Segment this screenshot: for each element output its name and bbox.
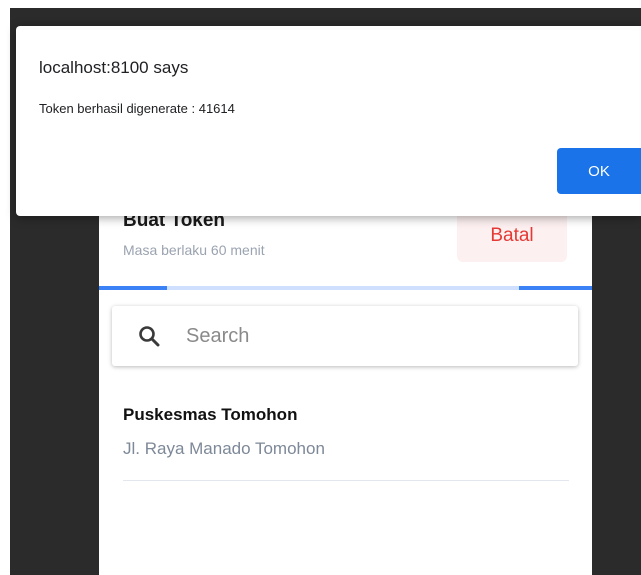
list-divider bbox=[123, 480, 569, 481]
list-item[interactable]: Puskesmas Tomohon Jl. Raya Manado Tomoho… bbox=[123, 405, 569, 483]
token-panel: Buat Token Masa berlaku 60 menit Batal P… bbox=[99, 200, 592, 575]
search-input[interactable] bbox=[184, 323, 548, 349]
list-item-name: Puskesmas Tomohon bbox=[123, 405, 298, 424]
alert-dialog: localhost:8100 says Token berhasil digen… bbox=[16, 26, 641, 216]
list-item-address: Jl. Raya Manado Tomohon bbox=[123, 439, 325, 458]
search-bar[interactable] bbox=[112, 306, 578, 366]
ok-button[interactable]: OK bbox=[557, 148, 641, 194]
progress-indicator-left bbox=[99, 286, 167, 290]
alert-message: Token berhasil digenerate : 41614 bbox=[39, 101, 235, 116]
progress-indicator-right bbox=[519, 286, 592, 290]
alert-title: localhost:8100 says bbox=[39, 58, 189, 77]
search-icon bbox=[136, 323, 162, 349]
page-subtitle: Masa berlaku 60 menit bbox=[123, 242, 265, 258]
cancel-button[interactable]: Batal bbox=[457, 210, 567, 262]
